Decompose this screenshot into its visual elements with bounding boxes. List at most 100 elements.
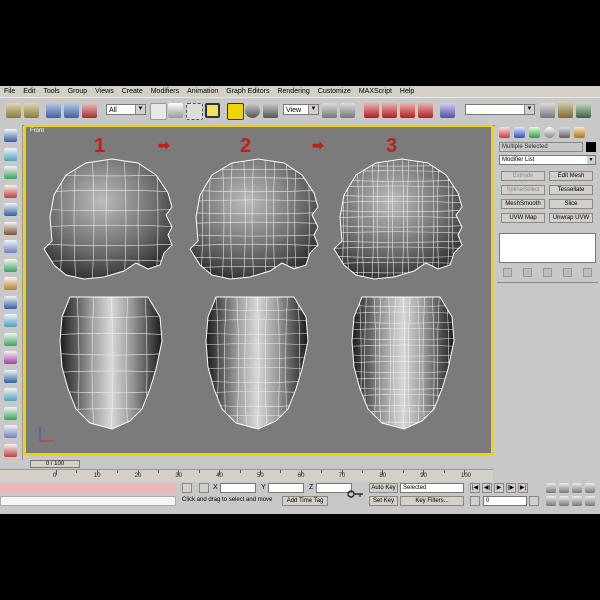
field-of-view-icon[interactable] bbox=[546, 496, 556, 506]
menu-item-customize[interactable]: Customize bbox=[314, 86, 355, 97]
tool-13-icon[interactable] bbox=[4, 351, 17, 364]
splineselect-button[interactable]: SplineSelect bbox=[501, 185, 545, 195]
tool-6-icon[interactable] bbox=[4, 221, 17, 235]
menu-item-file[interactable]: File bbox=[0, 86, 19, 97]
remove-modifier-icon[interactable] bbox=[563, 268, 572, 277]
absolute-mode-icon[interactable] bbox=[199, 483, 209, 493]
modifier-list-select[interactable]: Modifier List ▼ bbox=[499, 155, 596, 165]
meshsmooth-button[interactable]: MeshSmooth bbox=[501, 199, 545, 209]
tool-12-icon[interactable] bbox=[4, 332, 17, 346]
go-to-end-icon[interactable]: ▶| bbox=[518, 483, 528, 493]
play-icon[interactable]: ▶ bbox=[494, 483, 504, 493]
select-tool-icon[interactable] bbox=[4, 129, 17, 142]
tool-10-icon[interactable] bbox=[4, 295, 17, 309]
unwrap-uvw-button[interactable]: Unwrap UVW bbox=[549, 213, 593, 223]
menu-item-graph-editors[interactable]: Graph Editors bbox=[222, 86, 273, 97]
configure-modifier-sets-icon[interactable] bbox=[583, 268, 592, 277]
display-tab-icon[interactable] bbox=[559, 127, 570, 138]
show-end-result-icon[interactable] bbox=[523, 268, 532, 277]
slice-button[interactable]: Slice bbox=[549, 199, 593, 209]
extrude-button[interactable]: Extrude bbox=[501, 171, 545, 181]
tool-11-icon[interactable] bbox=[4, 314, 17, 327]
pivot-point-center-icon[interactable] bbox=[322, 103, 337, 118]
modify-tab-icon[interactable] bbox=[514, 127, 525, 138]
menu-item-create[interactable]: Create bbox=[118, 86, 147, 97]
snaps-toggle-icon[interactable] bbox=[364, 103, 379, 118]
percent-snap-icon[interactable] bbox=[400, 103, 415, 118]
tool-4-icon[interactable] bbox=[4, 184, 17, 198]
utilities-tab-icon[interactable] bbox=[574, 127, 585, 138]
select-manipulate-icon[interactable] bbox=[340, 103, 355, 118]
track-bar[interactable]: 0 10 20 30 40 50 60 70 80 90 100 bbox=[0, 469, 493, 482]
maximize-viewport-icon[interactable] bbox=[585, 496, 595, 506]
auto-key-button[interactable]: Auto Key bbox=[369, 483, 398, 493]
redo-icon[interactable] bbox=[24, 103, 39, 118]
tessellate-button[interactable]: Tessellate bbox=[549, 185, 593, 195]
arc-rotate-icon[interactable] bbox=[572, 496, 582, 506]
tool-17-icon[interactable] bbox=[4, 425, 17, 438]
select-and-scale-icon[interactable] bbox=[263, 103, 278, 118]
maxscript-listener-mini[interactable] bbox=[0, 483, 176, 493]
tool-14-icon[interactable] bbox=[4, 369, 17, 383]
edit-named-selection-icon[interactable] bbox=[440, 103, 455, 118]
time-slider-thumb[interactable]: 0 / 100 bbox=[30, 460, 80, 468]
menu-item-group[interactable]: Group bbox=[64, 86, 91, 97]
menu-item-edit[interactable]: Edit bbox=[19, 86, 39, 97]
rectangular-selection-icon[interactable] bbox=[186, 103, 203, 120]
select-and-rotate-icon[interactable] bbox=[245, 103, 260, 118]
create-tab-icon[interactable] bbox=[499, 127, 510, 138]
make-unique-icon[interactable] bbox=[543, 268, 552, 277]
menu-item-help[interactable]: Help bbox=[396, 86, 418, 97]
modifier-stack[interactable] bbox=[499, 233, 596, 263]
zoom-icon[interactable] bbox=[546, 483, 556, 493]
uvw-map-button[interactable]: UVW Map bbox=[501, 213, 545, 223]
head-side-step-3[interactable] bbox=[329, 152, 467, 284]
go-to-start-icon[interactable]: |◀ bbox=[470, 483, 480, 493]
reference-coordinate-select[interactable]: View ▼ bbox=[283, 104, 319, 115]
tool-15-icon[interactable] bbox=[4, 388, 17, 401]
key-filters-button[interactable]: Key Filters... bbox=[400, 496, 464, 506]
zoom-extents-icon[interactable] bbox=[572, 483, 582, 493]
x-coordinate-field[interactable] bbox=[220, 483, 256, 493]
select-and-link-icon[interactable] bbox=[46, 103, 61, 118]
zoom-extents-all-icon[interactable] bbox=[585, 483, 595, 493]
current-frame-field[interactable]: 0 bbox=[483, 496, 527, 506]
previous-frame-icon[interactable]: ◀| bbox=[482, 483, 492, 493]
align-icon[interactable] bbox=[558, 103, 573, 118]
selection-filter-select[interactable]: All ▼ bbox=[106, 104, 146, 115]
named-selection-set-select[interactable]: ▼ bbox=[465, 104, 535, 115]
tool-7-icon[interactable] bbox=[4, 240, 17, 253]
add-time-tag-button[interactable]: Add Time Tag bbox=[282, 496, 328, 506]
head-front-step-2[interactable] bbox=[201, 292, 313, 434]
object-color-swatch[interactable] bbox=[586, 142, 596, 152]
key-mode-select[interactable]: Selected bbox=[400, 483, 464, 493]
tool-9-icon[interactable] bbox=[4, 277, 17, 290]
spinner-snap-icon[interactable] bbox=[418, 103, 433, 118]
tool-3-icon[interactable] bbox=[4, 166, 17, 179]
object-name-field[interactable]: Multiple Selected bbox=[499, 142, 583, 152]
menu-item-views[interactable]: Views bbox=[91, 86, 118, 97]
pan-view-icon[interactable] bbox=[559, 496, 569, 506]
tool-18-icon[interactable] bbox=[4, 443, 17, 457]
tool-8-icon[interactable] bbox=[4, 258, 17, 272]
menu-item-tools[interactable]: Tools bbox=[39, 86, 63, 97]
menu-item-rendering[interactable]: Rendering bbox=[273, 86, 313, 97]
head-front-step-1[interactable] bbox=[55, 292, 167, 434]
select-object-icon[interactable] bbox=[150, 103, 167, 120]
unlink-selection-icon[interactable] bbox=[64, 103, 79, 118]
bind-to-space-warp-icon[interactable] bbox=[82, 103, 97, 118]
time-slider[interactable]: 0 / 100 bbox=[0, 460, 493, 469]
menu-item-maxscript[interactable]: MAXScript bbox=[355, 86, 396, 97]
edit-mesh-button[interactable]: Edit Mesh bbox=[549, 171, 593, 181]
front-viewport[interactable]: Front 1 ➡ 2 ➡ 3 bbox=[24, 125, 493, 455]
motion-tab-icon[interactable] bbox=[544, 127, 555, 138]
layer-manager-icon[interactable] bbox=[576, 103, 591, 118]
menu-item-modifiers[interactable]: Modifiers bbox=[147, 86, 183, 97]
set-key-button[interactable]: Set Key bbox=[369, 496, 398, 506]
mirror-icon[interactable] bbox=[540, 103, 555, 118]
key-mode-toggle-icon[interactable] bbox=[470, 496, 480, 506]
tool-5-icon[interactable] bbox=[4, 203, 17, 216]
zoom-all-icon[interactable] bbox=[559, 483, 569, 493]
window-crossing-icon[interactable] bbox=[205, 103, 220, 118]
pin-stack-icon[interactable] bbox=[503, 268, 512, 277]
